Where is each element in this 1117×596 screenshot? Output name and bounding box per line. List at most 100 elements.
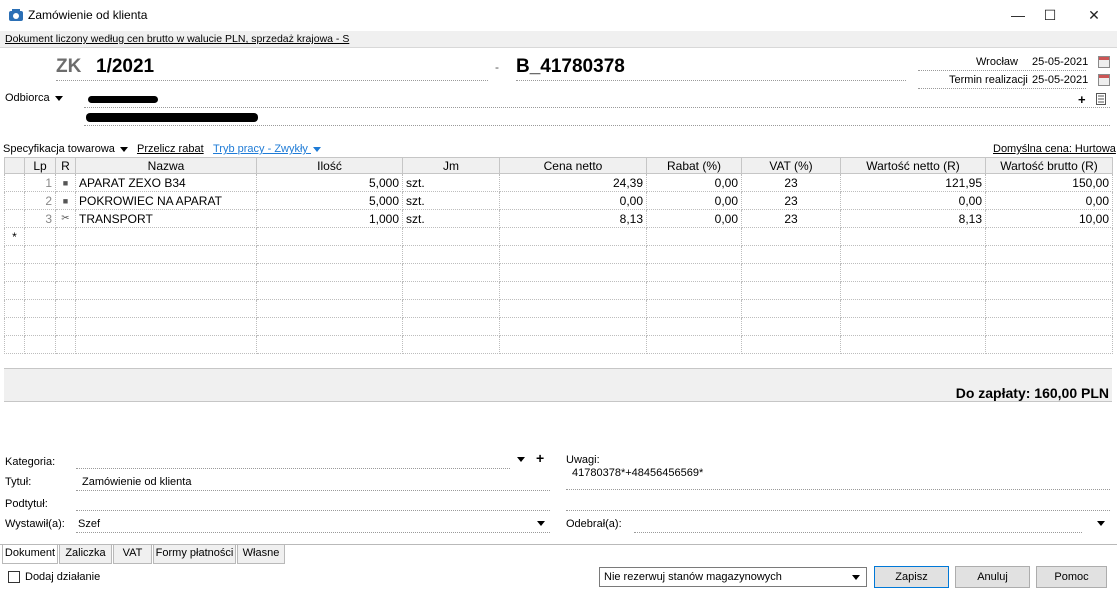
row-net-value: 0,00 [840, 191, 986, 210]
reservation-select-value: Nie rezerwuj stanów magazynowych [604, 571, 782, 583]
table-new-row[interactable]: * [4, 227, 1113, 246]
row-net-price[interactable]: 0,00 [499, 191, 647, 210]
notes-label: Uwagi: [566, 454, 600, 466]
term-date[interactable]: 25-05-2021 [1032, 74, 1088, 86]
issued-by-underline [76, 532, 550, 533]
chevron-down-icon[interactable] [1097, 521, 1105, 526]
col-r[interactable]: R [55, 157, 76, 174]
cancel-button[interactable]: Anuluj [955, 566, 1030, 588]
window-title: Zamówienie od klienta [28, 8, 148, 22]
row-vat[interactable]: 23 [741, 173, 841, 192]
row-selector[interactable] [4, 209, 25, 228]
received-by-label: Odebrał(a): [566, 518, 622, 530]
recipient-dropdown[interactable]: Odbiorca [5, 92, 63, 104]
spec-dropdown[interactable]: Specyfikacja towarowa [3, 143, 128, 155]
row-name[interactable]: APARAT ZEXO B34 [75, 173, 257, 192]
table-row[interactable]: 3 ✂ TRANSPORT 1,000 szt. 8,13 0,00 23 8,… [4, 209, 1113, 228]
row-discount[interactable]: 0,00 [646, 191, 742, 210]
spec-label: Specyfikacja towarowa [3, 143, 115, 155]
row-type-icon: ✂ [55, 209, 76, 228]
row-name[interactable]: TRANSPORT [75, 209, 257, 228]
add-recipient-button[interactable]: + [1078, 92, 1086, 107]
tab-custom[interactable]: Własne [237, 545, 285, 564]
doc-number[interactable]: 1/2021 [96, 56, 154, 78]
card-icon[interactable] [1096, 93, 1106, 105]
chevron-down-icon[interactable] [517, 457, 525, 462]
row-net-price[interactable]: 8,13 [499, 209, 647, 228]
row-unit[interactable]: szt. [402, 191, 500, 210]
add-action-checkbox[interactable] [8, 571, 20, 583]
row-vat[interactable]: 23 [741, 191, 841, 210]
recalc-discount-link[interactable]: Przelicz rabat [137, 143, 204, 155]
row-selector[interactable] [4, 191, 25, 210]
col-name[interactable]: Nazwa [75, 157, 257, 174]
new-row-marker: * [4, 227, 25, 246]
col-lp[interactable]: Lp [24, 157, 56, 174]
chevron-down-icon[interactable] [537, 521, 545, 526]
app-icon [9, 9, 23, 21]
row-lp: 2 [24, 191, 56, 210]
issue-date-underline [918, 70, 1086, 71]
foreign-number[interactable]: B_41780378 [516, 56, 625, 78]
row-qty[interactable]: 1,000 [256, 209, 403, 228]
tab-advance[interactable]: Zaliczka [59, 545, 112, 564]
tab-payment-forms[interactable]: Formy płatności [153, 545, 236, 564]
row-unit[interactable]: szt. [402, 173, 500, 192]
recipient-label: Odbiorca [5, 92, 50, 104]
pricing-info-link[interactable]: Dokument liczony według cen brutto w wal… [5, 33, 349, 45]
help-button[interactable]: Pomoc [1036, 566, 1107, 588]
col-vat[interactable]: VAT (%) [741, 157, 841, 174]
col-qty[interactable]: Ilość [256, 157, 403, 174]
notes-underline-1 [566, 489, 1110, 490]
col-unit[interactable]: Jm [402, 157, 500, 174]
row-selector[interactable] [4, 173, 25, 192]
default-price-link[interactable]: Domyślna cena: Hurtowa [993, 143, 1116, 155]
row-gross-value[interactable]: 10,00 [985, 209, 1113, 228]
document-tabs: Dokument Zaliczka VAT Formy płatności Wł… [0, 544, 1117, 564]
issued-by-value[interactable]: Szef [78, 518, 100, 530]
tab-vat[interactable]: VAT [113, 545, 152, 564]
row-qty[interactable]: 5,000 [256, 191, 403, 210]
title-label: Tytuł: [5, 476, 32, 488]
table-footer [4, 368, 1112, 402]
row-discount[interactable]: 0,00 [646, 209, 742, 228]
calendar-icon[interactable] [1098, 74, 1110, 86]
chevron-down-icon [852, 575, 860, 580]
reservation-select[interactable]: Nie rezerwuj stanów magazynowych [599, 567, 867, 587]
calendar-icon[interactable] [1098, 56, 1110, 68]
col-gross-value[interactable]: Wartość brutto (R) [985, 157, 1113, 174]
table-empty-row [4, 317, 1113, 336]
col-net-price[interactable]: Cena netto [499, 157, 647, 174]
row-net-value: 121,95 [840, 173, 986, 192]
table-row[interactable]: 1 ■ APARAT ZEXO B34 5,000 szt. 24,39 0,0… [4, 173, 1113, 192]
table-row[interactable]: 2 ■ POKROWIEC NA APARAT 5,000 szt. 0,00 … [4, 191, 1113, 210]
save-button[interactable]: Zapisz [874, 566, 949, 588]
row-gross-value[interactable]: 150,00 [985, 173, 1113, 192]
row-discount[interactable]: 0,00 [646, 173, 742, 192]
issue-date[interactable]: 25-05-2021 [1032, 56, 1088, 68]
subtitle-field[interactable] [76, 510, 550, 511]
category-field[interactable] [76, 468, 510, 469]
tab-document[interactable]: Dokument [2, 545, 58, 564]
row-qty[interactable]: 5,000 [256, 173, 403, 192]
maximize-button[interactable]: ☐ [1027, 0, 1073, 31]
close-button[interactable]: ✕ [1071, 0, 1117, 31]
row-unit[interactable]: szt. [402, 209, 500, 228]
info-bar: Dokument liczony według cen brutto w wal… [0, 31, 1117, 48]
row-net-price[interactable]: 24,39 [499, 173, 647, 192]
notes-field[interactable]: 41780378*+48456456569* [572, 467, 703, 479]
add-category-button[interactable]: + [536, 450, 544, 466]
recipient-line-1 [84, 107, 1110, 108]
col-discount[interactable]: Rabat (%) [646, 157, 742, 174]
issued-by-label: Wystawił(a): [5, 518, 65, 530]
row-gross-value[interactable]: 0,00 [985, 191, 1113, 210]
col-net-value[interactable]: Wartość netto (R) [840, 157, 986, 174]
work-mode-dropdown[interactable]: Tryb pracy - Zwykły [213, 143, 321, 155]
chevron-down-icon [119, 146, 128, 152]
received-by-field[interactable] [634, 532, 1082, 533]
title-field[interactable]: Zamówienie od klienta [82, 476, 191, 488]
row-vat[interactable]: 23 [741, 209, 841, 228]
subtitle-label: Podtytuł: [5, 498, 48, 510]
row-name[interactable]: POKROWIEC NA APARAT [75, 191, 257, 210]
term-label: Termin realizacji [949, 74, 1028, 86]
